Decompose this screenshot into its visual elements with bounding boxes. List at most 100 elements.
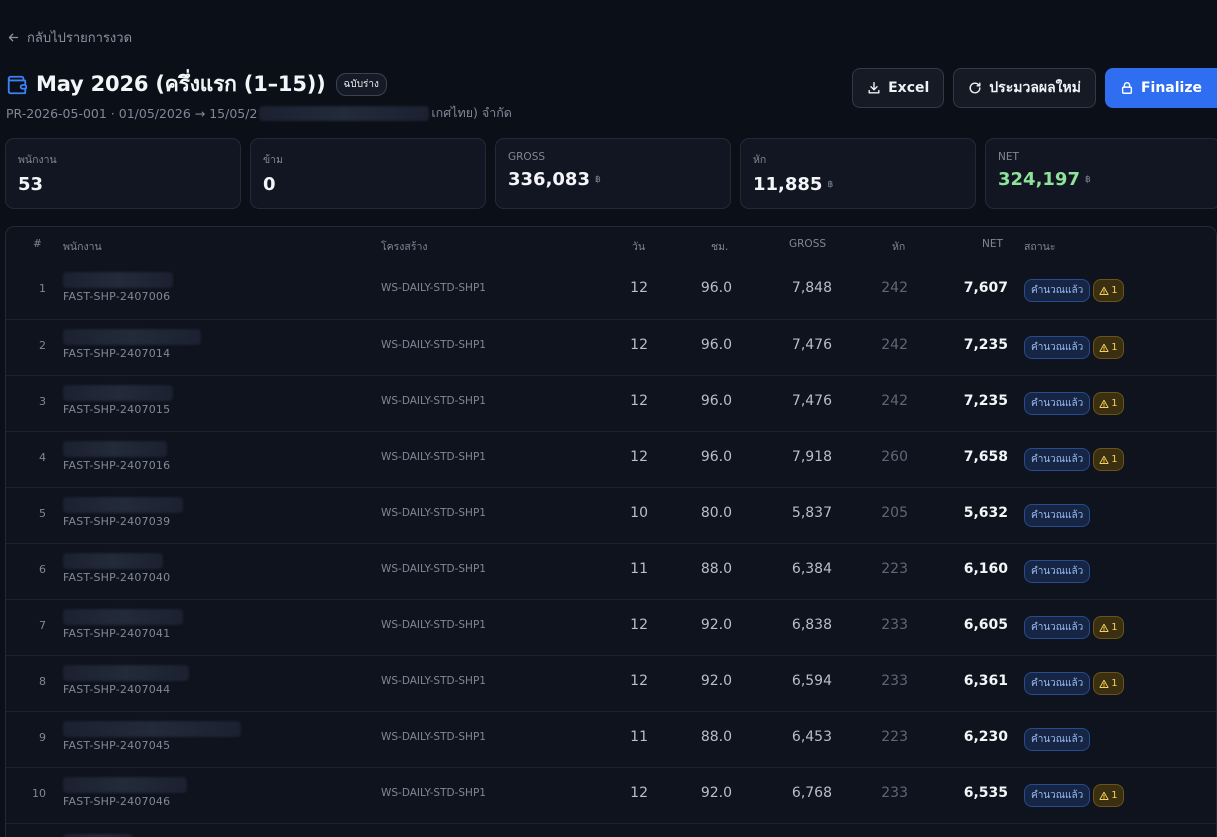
column-header-deduction[interactable]: หัก bbox=[892, 238, 905, 255]
column-header-num[interactable]: # bbox=[33, 238, 42, 250]
table-row[interactable]: 4 FAST-SHP-2407016 WS-DAILY-STD-SHP1 12 … bbox=[6, 431, 1216, 487]
download-icon bbox=[868, 82, 880, 94]
salary-structure: WS-DAILY-STD-SHP1 bbox=[381, 395, 486, 407]
salary-structure: WS-DAILY-STD-SHP1 bbox=[381, 339, 486, 351]
column-header-days[interactable]: วัน bbox=[632, 238, 645, 255]
status-cell: คำนวณแล้ว bbox=[1024, 504, 1091, 527]
employee-code: FAST-SHP-2407040 bbox=[63, 571, 171, 584]
gross-amount: 7,848 bbox=[791, 280, 832, 296]
status-badge: คำนวณแล้ว bbox=[1024, 448, 1091, 471]
table-row[interactable]: 5 FAST-SHP-2407039 WS-DAILY-STD-SHP1 10 … bbox=[6, 487, 1216, 543]
salary-structure: WS-DAILY-STD-SHP1 bbox=[381, 675, 486, 687]
table-row[interactable]: 2 FAST-SHP-2407014 WS-DAILY-STD-SHP1 12 … bbox=[6, 319, 1216, 375]
stat-number: 0 bbox=[263, 174, 276, 195]
page-header: May 2026 (ครึ่งแรก (1–15)) ฉบับร่าง bbox=[6, 68, 387, 101]
net-amount: 6,361 bbox=[963, 673, 1008, 689]
table-row[interactable]: 7 FAST-SHP-2407041 WS-DAILY-STD-SHP1 12 … bbox=[6, 599, 1216, 655]
table-row[interactable]: 9 FAST-SHP-2407045 WS-DAILY-STD-SHP1 11 … bbox=[6, 711, 1216, 767]
stat-value: 53 bbox=[18, 174, 228, 195]
salary-structure: WS-DAILY-STD-SHP1 bbox=[381, 563, 486, 575]
column-header-net[interactable]: NET bbox=[982, 238, 1003, 250]
row-number: 3 bbox=[39, 395, 46, 408]
status-badge: คำนวณแล้ว bbox=[1024, 560, 1091, 583]
net-amount: 5,632 bbox=[963, 505, 1008, 521]
work-hours: 92.0 bbox=[700, 673, 732, 689]
stat-net: NET 324,197 ฿ bbox=[985, 138, 1217, 209]
warning-badge[interactable]: 1 bbox=[1093, 336, 1124, 359]
arrow-left-icon bbox=[8, 33, 19, 42]
employee-cell: FAST-SHP-2407039 bbox=[63, 497, 183, 528]
employee-code: FAST-SHP-2407046 bbox=[63, 795, 171, 808]
warning-badge[interactable]: 1 bbox=[1093, 448, 1124, 471]
work-days: 11 bbox=[630, 729, 648, 745]
work-hours: 96.0 bbox=[700, 393, 732, 409]
gross-amount: 5,837 bbox=[791, 505, 832, 521]
row-number: 7 bbox=[39, 619, 46, 632]
warning-icon bbox=[1099, 343, 1109, 352]
work-hours: 92.0 bbox=[700, 617, 732, 633]
payroll-table: # พนักงาน โครงสร้าง วัน ชม. GROSS หัก NE… bbox=[5, 226, 1217, 837]
status-cell: คำนวณแล้ว 1 bbox=[1024, 672, 1124, 695]
back-link-label: กลับไปรายการงวด bbox=[27, 31, 133, 46]
employee-cell: FAST-SHP-2407046 bbox=[63, 777, 187, 808]
recalculate-button[interactable]: ประมวลผลใหม่ bbox=[953, 68, 1096, 108]
warning-badge[interactable]: 1 bbox=[1093, 279, 1124, 302]
warning-icon bbox=[1099, 791, 1109, 800]
stat-label: ข้าม bbox=[263, 154, 283, 166]
warning-badge[interactable]: 1 bbox=[1093, 784, 1124, 807]
employee-cell: FAST-SHP-2407006 bbox=[63, 272, 173, 303]
column-header-employee[interactable]: พนักงาน bbox=[63, 238, 102, 255]
work-days: 12 bbox=[630, 449, 648, 465]
column-header-structure[interactable]: โครงสร้าง bbox=[381, 238, 428, 255]
work-hours: 88.0 bbox=[700, 729, 732, 745]
status-badge: คำนวณแล้ว bbox=[1024, 336, 1091, 359]
stat-skipped: ข้าม 0 bbox=[250, 138, 486, 209]
warning-badge[interactable]: 1 bbox=[1093, 672, 1124, 695]
column-header-hours[interactable]: ชม. bbox=[711, 238, 728, 255]
salary-structure: WS-DAILY-STD-SHP1 bbox=[381, 507, 486, 519]
net-amount: 6,605 bbox=[963, 617, 1008, 633]
row-number: 6 bbox=[39, 563, 46, 576]
status-badge: คำนวณแล้ว bbox=[1024, 672, 1091, 695]
warning-icon bbox=[1099, 679, 1109, 688]
stat-gross: GROSS 336,083 ฿ bbox=[495, 138, 731, 209]
status-badge: คำนวณแล้ว bbox=[1024, 784, 1091, 807]
employee-cell: FAST-SHP-2407044 bbox=[63, 665, 189, 696]
table-row[interactable]: 1 FAST-SHP-2407006 WS-DAILY-STD-SHP1 12 … bbox=[6, 263, 1216, 319]
redacted-employee-name bbox=[63, 272, 173, 288]
net-amount: 7,607 bbox=[963, 280, 1008, 296]
column-header-gross[interactable]: GROSS bbox=[789, 238, 826, 250]
table-row-partial[interactable] bbox=[6, 823, 1216, 837]
employee-cell: FAST-SHP-2407014 bbox=[63, 329, 201, 360]
table-row[interactable]: 10 FAST-SHP-2407046 WS-DAILY-STD-SHP1 12… bbox=[6, 767, 1216, 823]
column-header-status[interactable]: สถานะ bbox=[1024, 238, 1055, 255]
export-excel-button[interactable]: Excel bbox=[852, 68, 945, 108]
stat-label: หัก bbox=[753, 154, 767, 166]
back-to-periods-link[interactable]: กลับไปรายการงวด bbox=[7, 27, 132, 48]
warning-badge[interactable]: 1 bbox=[1093, 392, 1124, 415]
summary-stats: พนักงาน 53 ข้าม 0 GROSS 336,083 ฿ หัก 11,… bbox=[5, 138, 1217, 209]
employee-code: FAST-SHP-2407014 bbox=[63, 347, 171, 360]
status-badge: คำนวณแล้ว bbox=[1024, 728, 1091, 751]
employee-code: FAST-SHP-2407041 bbox=[63, 627, 171, 640]
warning-icon bbox=[1099, 286, 1109, 295]
table-row[interactable]: 6 FAST-SHP-2407040 WS-DAILY-STD-SHP1 11 … bbox=[6, 543, 1216, 599]
stat-value: 336,083 ฿ bbox=[508, 169, 718, 190]
status-badge: คำนวณแล้ว bbox=[1024, 616, 1091, 639]
salary-structure: WS-DAILY-STD-SHP1 bbox=[381, 787, 486, 799]
work-days: 12 bbox=[630, 280, 648, 296]
salary-structure: WS-DAILY-STD-SHP1 bbox=[381, 282, 486, 294]
row-number: 2 bbox=[39, 339, 46, 352]
table-row[interactable]: 3 FAST-SHP-2407015 WS-DAILY-STD-SHP1 12 … bbox=[6, 375, 1216, 431]
table-row[interactable]: 8 FAST-SHP-2407044 WS-DAILY-STD-SHP1 12 … bbox=[6, 655, 1216, 711]
page-title: May 2026 (ครึ่งแรก (1–15)) bbox=[36, 72, 326, 96]
row-number: 9 bbox=[39, 731, 46, 744]
redacted-employee-name bbox=[63, 721, 241, 737]
warning-badge[interactable]: 1 bbox=[1093, 616, 1124, 639]
warning-count: 1 bbox=[1111, 285, 1118, 296]
work-hours: 80.0 bbox=[700, 505, 732, 521]
net-amount: 7,658 bbox=[963, 449, 1008, 465]
gross-amount: 6,838 bbox=[791, 617, 832, 633]
period-subtitle-prefix: PR-2026-05-001 · 01/05/2026 → 15/05/2 bbox=[6, 105, 258, 121]
finalize-button[interactable]: Finalize bbox=[1104, 68, 1217, 108]
